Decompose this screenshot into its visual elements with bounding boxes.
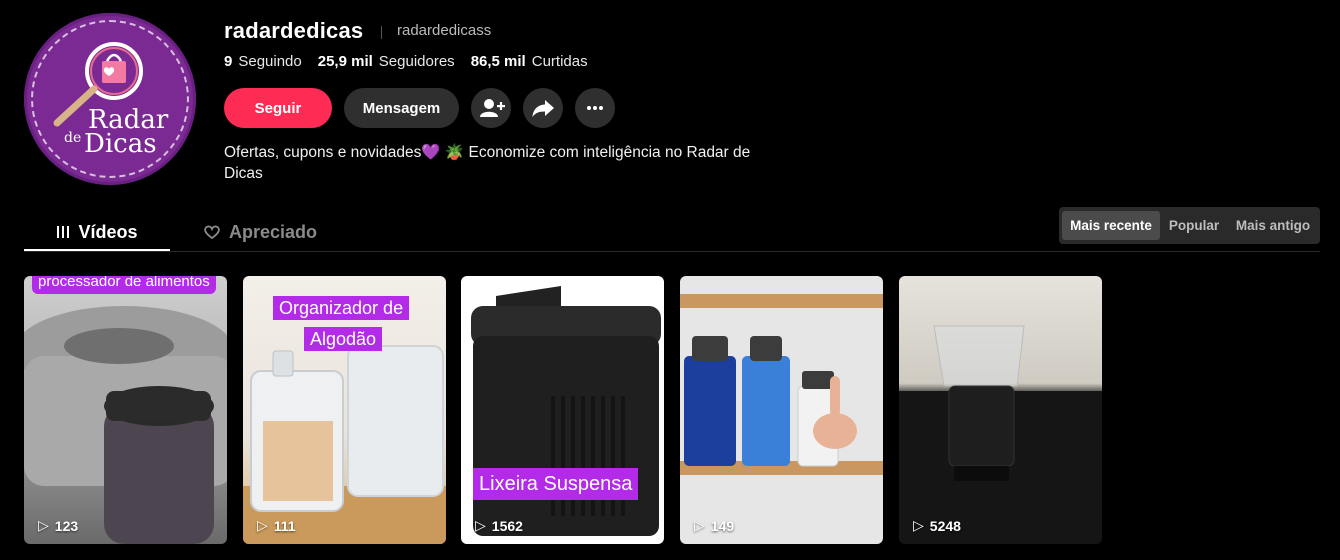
video-card[interactable]: ▷ 149 bbox=[680, 276, 883, 544]
sort-popular[interactable]: Popular bbox=[1162, 211, 1226, 240]
stat-following[interactable]: 9 Seguindo bbox=[224, 53, 302, 70]
video-thumbnail bbox=[680, 294, 883, 475]
share-button[interactable] bbox=[523, 88, 563, 128]
profile-avatar[interactable]: Radar de Dicas bbox=[24, 13, 196, 185]
play-icon: ▷ bbox=[38, 517, 49, 533]
play-icon: ▷ bbox=[475, 517, 486, 533]
video-caption: Organizador de bbox=[273, 296, 410, 320]
video-thumbnail bbox=[899, 325, 1102, 544]
video-caption: processador de alimentos bbox=[32, 276, 216, 294]
tab-videos[interactable]: Vídeos bbox=[24, 214, 170, 250]
video-caption: Lixeira Suspensa bbox=[473, 468, 639, 500]
tabs-divider bbox=[24, 251, 1320, 252]
view-count: ▷ 5248 bbox=[913, 517, 961, 534]
view-count: ▷ 123 bbox=[38, 517, 79, 534]
video-caption-line2: Algodão bbox=[304, 327, 383, 351]
video-card[interactable]: ▷ 5248 bbox=[899, 276, 1102, 544]
view-count: ▷ 149 bbox=[694, 517, 735, 534]
profile-bio: Ofertas, cupons e novidades💜 🪴 Economize… bbox=[224, 144, 751, 182]
stat-followers[interactable]: 25,9 mil Seguidores bbox=[318, 53, 455, 70]
play-icon: ▷ bbox=[257, 517, 268, 533]
heart-icon bbox=[204, 225, 220, 240]
play-icon: ▷ bbox=[913, 517, 924, 533]
view-count: ▷ 1562 bbox=[475, 517, 523, 534]
share-icon bbox=[532, 100, 554, 117]
stat-likes: 86,5 mil Curtidas bbox=[470, 53, 588, 70]
profile-stats: 9 Seguindo 25,9 mil Seguidores 86,5 mil Cur… bbox=[224, 53, 588, 70]
profile-handle: radardedicass bbox=[397, 22, 492, 39]
add-friend-button[interactable] bbox=[471, 88, 511, 128]
sort-oldest[interactable]: Mais antigo bbox=[1230, 211, 1316, 240]
video-card[interactable]: Lixeira Suspensa ▷ 1562 bbox=[461, 276, 664, 544]
grid-icon bbox=[57, 226, 70, 238]
video-card[interactable]: processador de alimentos ▷ 123 bbox=[24, 276, 227, 544]
add-friend-icon bbox=[480, 99, 505, 117]
more-button[interactable] bbox=[575, 88, 615, 128]
divider bbox=[381, 26, 382, 39]
tab-liked[interactable]: Apreciado bbox=[200, 214, 320, 250]
video-card[interactable]: Organizador de Algodão ▷ 111 bbox=[243, 276, 446, 544]
profile-username: radardedicas bbox=[224, 18, 364, 43]
follow-button[interactable]: Seguir bbox=[224, 88, 332, 128]
video-thumbnail bbox=[471, 286, 661, 536]
play-icon: ▷ bbox=[694, 517, 705, 533]
view-count: ▷ 111 bbox=[257, 517, 296, 534]
message-button[interactable]: Mensagem bbox=[344, 88, 459, 128]
more-icon bbox=[587, 106, 603, 110]
video-thumbnail bbox=[24, 306, 227, 544]
sort-most-recent[interactable]: Mais recente bbox=[1062, 211, 1160, 240]
